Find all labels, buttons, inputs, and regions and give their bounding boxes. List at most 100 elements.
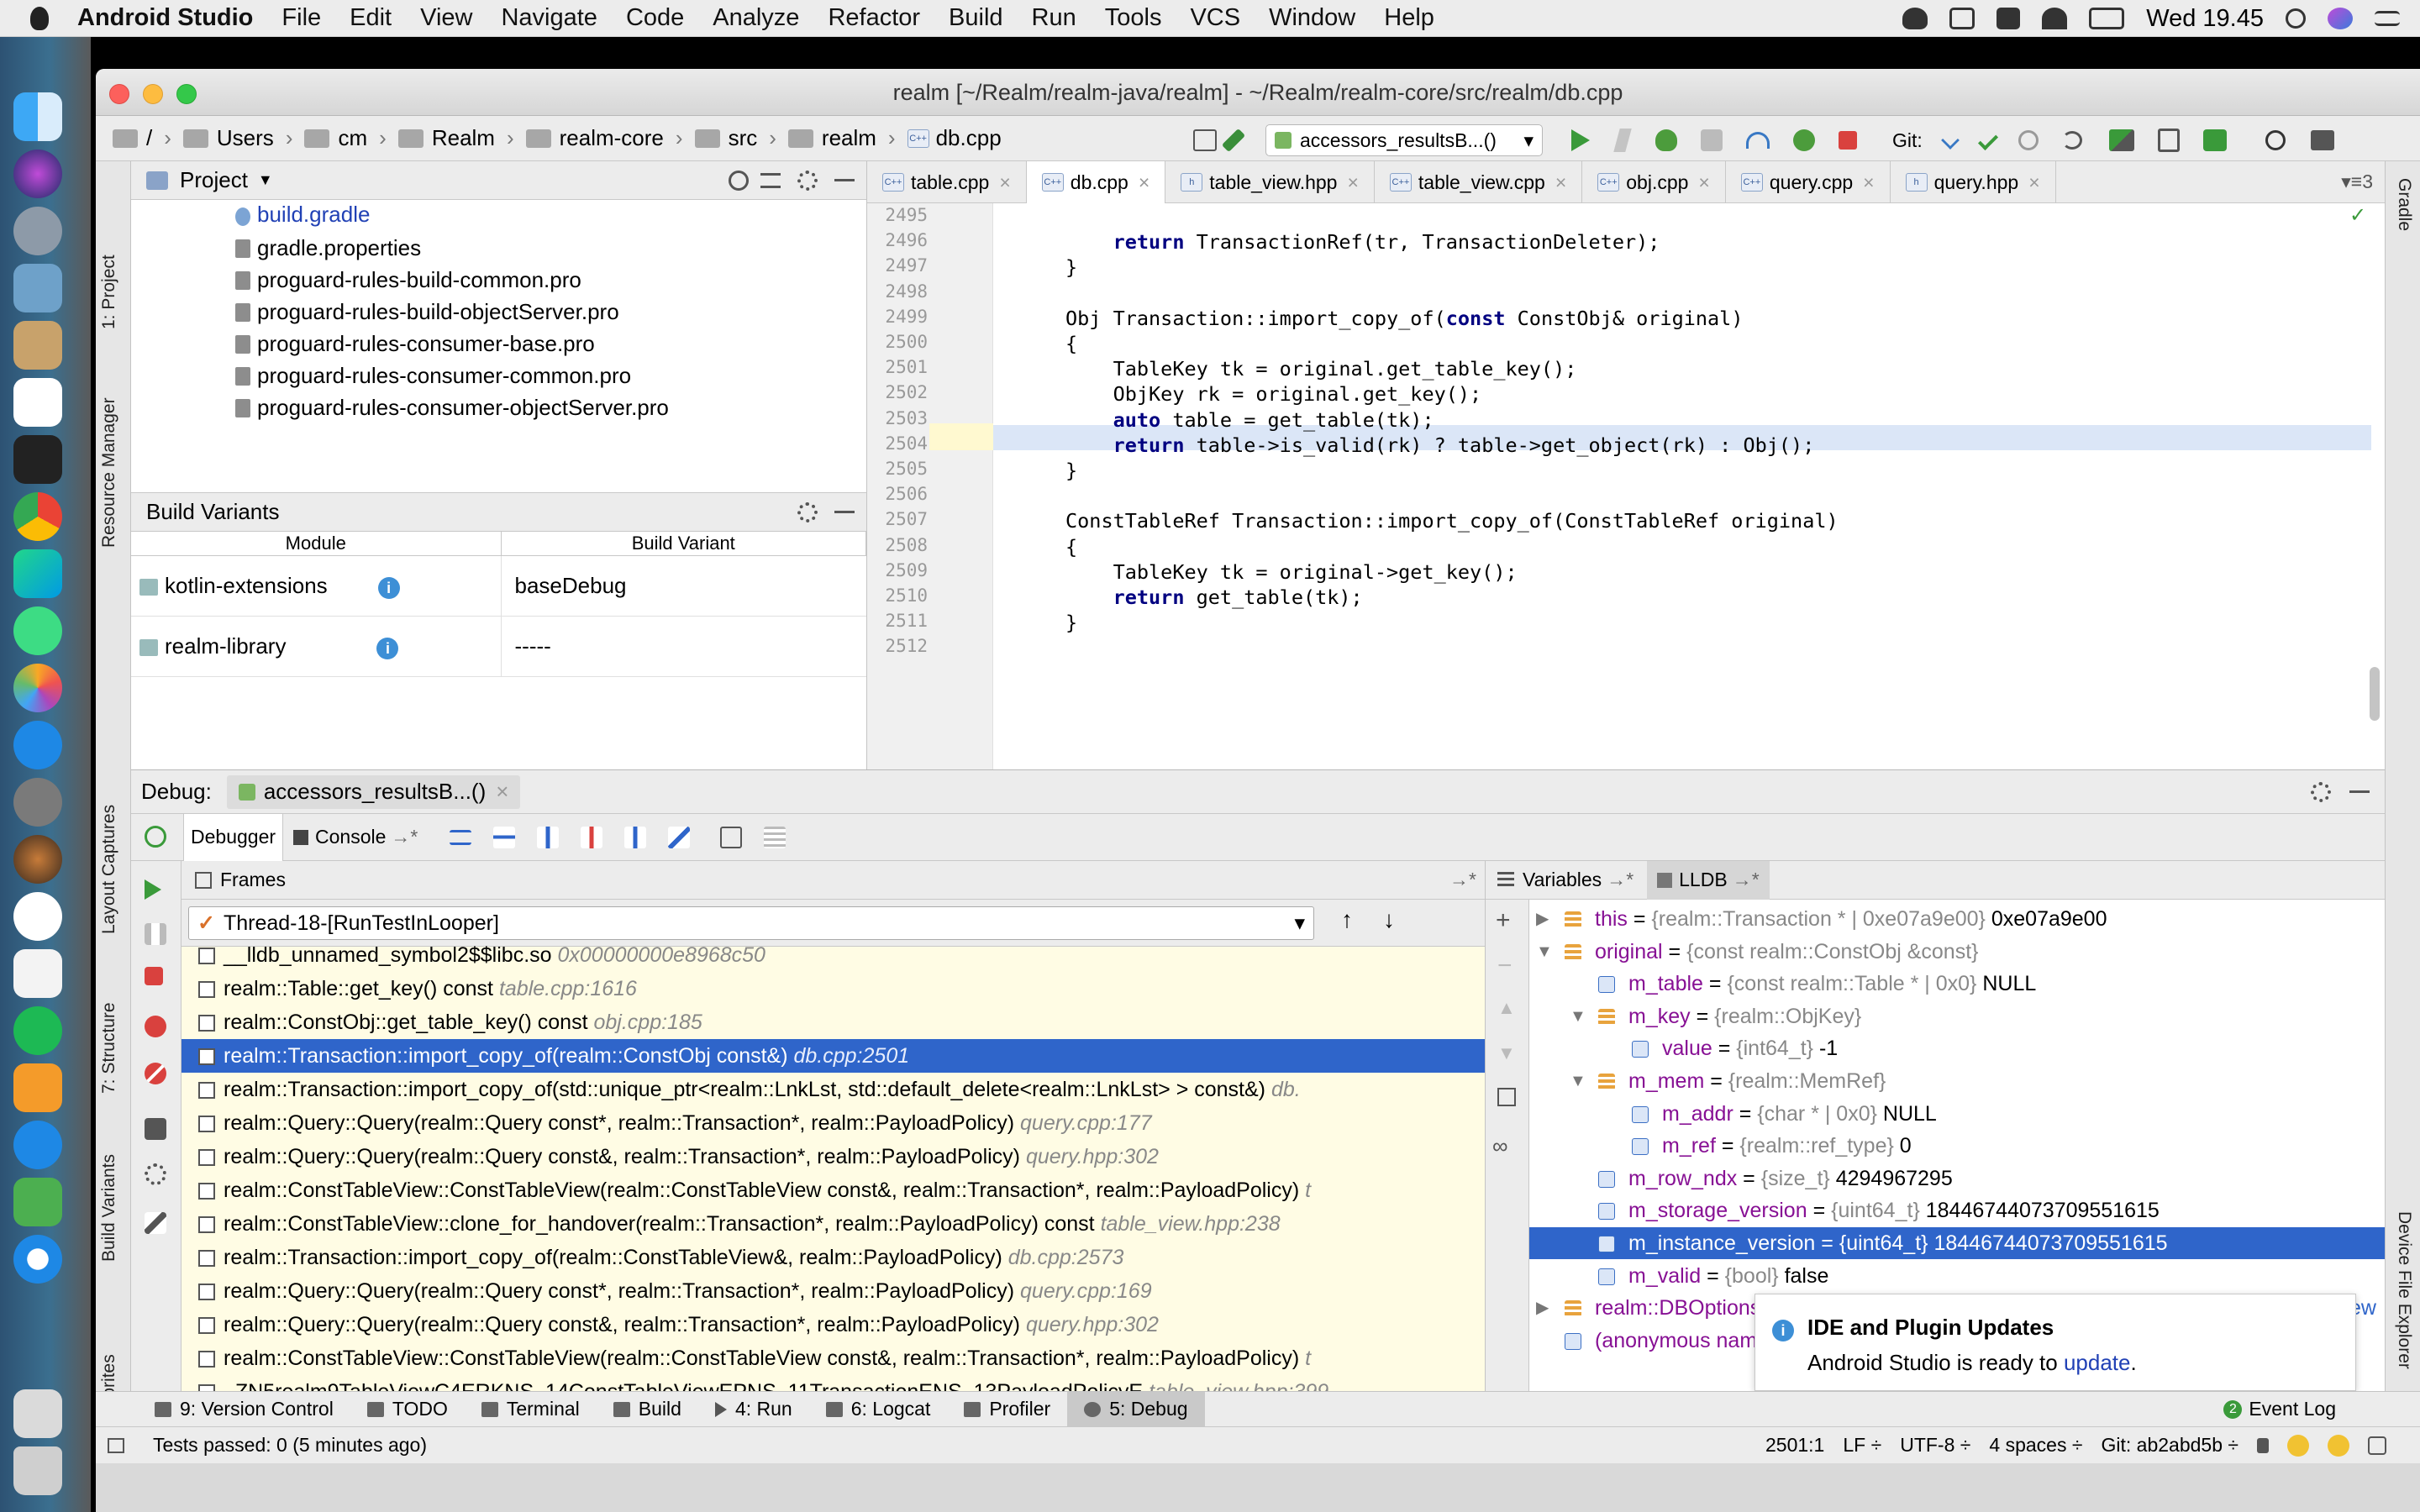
siri-dock-icon[interactable]: [13, 150, 62, 198]
breadcrumb-src[interactable]: src: [694, 125, 757, 151]
close-icon[interactable]: ×: [2028, 171, 2039, 194]
make-project-icon[interactable]: [1221, 128, 1246, 153]
line-number[interactable]: 2505: [876, 459, 928, 479]
apple-icon[interactable]: [30, 6, 49, 30]
tab-structure[interactable]: 7: Structure: [99, 1002, 119, 1094]
siri-icon[interactable]: [2328, 8, 2353, 29]
code-editor[interactable]: 2495 2496 2497 2498 2499 2500 2501 2502 2503 2504…: [867, 203, 2385, 769]
zoom-window-button[interactable]: [176, 84, 197, 104]
variable-row[interactable]: m_instance_version = {uint64_t} 18446744…: [1529, 1227, 2385, 1259]
close-icon[interactable]: ×: [1698, 171, 1709, 194]
code-line[interactable]: {: [1065, 535, 1077, 559]
tab-overflow-button[interactable]: ▾≡ 3: [2341, 161, 2385, 202]
frame-row[interactable]: realm::ConstTableView::ConstTableView(re…: [182, 1173, 1485, 1207]
variable-row[interactable]: m_addr = {char * | 0x0} NULL: [1529, 1098, 2385, 1130]
code-line[interactable]: ConstTableRef Transaction::import_copy_o…: [1065, 509, 1839, 533]
line-number[interactable]: 2502: [876, 382, 928, 402]
line-number[interactable]: 2503: [876, 408, 928, 428]
tab-version-control[interactable]: 9: Version Control: [138, 1392, 350, 1427]
launchpad-icon[interactable]: [13, 207, 62, 255]
show-watches-icon[interactable]: ∞: [1492, 1133, 1508, 1159]
column-header-build-variant[interactable]: Build Variant: [501, 532, 866, 556]
collapse-arrow-icon[interactable]: ▼: [1570, 1065, 1586, 1097]
breadcrumb-realm-dir[interactable]: realm: [787, 125, 876, 151]
menubar-clock[interactable]: Wed 19.45: [2146, 5, 2264, 33]
menu-refactor[interactable]: Refactor: [828, 4, 920, 32]
git-branch[interactable]: Git: ab2abd5b ÷: [2101, 1434, 2238, 1457]
close-icon[interactable]: ×: [1863, 171, 1874, 194]
layout-icon[interactable]: [145, 1118, 166, 1140]
step-over-icon[interactable]: [493, 826, 516, 848]
tab-query-cpp[interactable]: C++ query.cpp ×: [1726, 161, 1891, 203]
menu-edit[interactable]: Edit: [350, 4, 392, 32]
stop-icon[interactable]: [1839, 131, 1857, 150]
expand-arrow-icon[interactable]: ▶: [1536, 1292, 1549, 1324]
next-frame-icon[interactable]: ↓: [1383, 906, 1395, 933]
resume-icon[interactable]: [145, 879, 161, 900]
menu-tools[interactable]: Tools: [1105, 4, 1162, 32]
event-log-status-icon[interactable]: [2368, 1436, 2386, 1455]
remove-watch-icon[interactable]: −: [1497, 952, 1512, 980]
line-number[interactable]: 2504: [876, 433, 928, 454]
bluetooth-icon[interactable]: [13, 1121, 62, 1169]
variable-row[interactable]: m_row_ndx = {size_t} 4294967295: [1529, 1163, 2385, 1194]
menu-analyze[interactable]: Analyze: [713, 4, 799, 32]
menu-navigate[interactable]: Navigate: [501, 4, 597, 32]
notes-icon[interactable]: [13, 321, 62, 370]
frame-row[interactable]: realm::ConstTableView::clone_for_handove…: [182, 1207, 1485, 1241]
android-studio-icon[interactable]: [13, 606, 62, 655]
frame-row[interactable]: realm::Transaction::import_copy_of(realm…: [182, 1241, 1485, 1274]
status-message[interactable]: Tests passed: 0 (5 minutes ago): [153, 1434, 427, 1457]
minimize-icon[interactable]: [834, 179, 855, 181]
finder-icon[interactable]: [13, 92, 62, 141]
editor-scrollbar[interactable]: [2370, 667, 2380, 721]
tool-windows-icon[interactable]: [108, 1437, 124, 1453]
variable-row[interactable]: m_valid = {bool} false: [1529, 1260, 2385, 1292]
frame-row[interactable]: realm::Query::Query(realm::Query const&,…: [182, 1140, 1485, 1173]
evaluate-expression-icon[interactable]: [720, 826, 743, 848]
settings-icon[interactable]: [145, 1163, 166, 1185]
line-number[interactable]: 2512: [876, 636, 928, 656]
coverage-icon[interactable]: [1701, 129, 1723, 151]
tree-item[interactable]: build.gradle: [131, 200, 866, 232]
device-icon[interactable]: [13, 1178, 62, 1226]
line-number[interactable]: 2509: [876, 560, 928, 580]
tab-obj-cpp[interactable]: C++ obj.cpp ×: [1582, 161, 1726, 203]
trace-icon[interactable]: [764, 826, 786, 848]
tab-run[interactable]: 4: Run: [698, 1392, 809, 1427]
breadcrumb-users[interactable]: Users: [182, 125, 274, 151]
stop-icon[interactable]: [145, 967, 163, 985]
minimize-icon[interactable]: [834, 511, 855, 513]
tree-item[interactable]: gradle.properties: [131, 232, 866, 264]
tab-gradle[interactable]: Gradle: [2394, 178, 2414, 231]
pin-arrow-icon[interactable]: →*: [1607, 869, 1634, 891]
sync-gradle-icon[interactable]: [2108, 129, 2134, 151]
tree-item[interactable]: proguard-rules-build-common.pro: [131, 264, 866, 296]
textedit-icon[interactable]: [13, 949, 62, 998]
step-into-icon[interactable]: [537, 826, 560, 848]
add-watch-icon[interactable]: +: [1496, 906, 1511, 935]
minimize-window-button[interactable]: [143, 84, 163, 104]
expand-arrow-icon[interactable]: ▶: [1536, 903, 1549, 935]
lock-icon[interactable]: [2257, 1437, 2269, 1453]
show-execution-point-icon[interactable]: [450, 829, 472, 845]
view-breakpoints-icon[interactable]: [145, 1016, 166, 1037]
calendar-icon[interactable]: [13, 378, 62, 427]
previous-frame-icon[interactable]: ↑: [1341, 906, 1353, 933]
variant-cell[interactable]: baseDebug: [501, 555, 866, 617]
line-number[interactable]: 2501: [876, 357, 928, 377]
tree-item[interactable]: proguard-rules-consumer-objectServer.pro: [131, 391, 866, 423]
breadcrumb-realm[interactable]: Realm: [397, 125, 495, 151]
code-line[interactable]: TableKey tk = original.get_table_key();: [1065, 357, 1577, 381]
project-panel-title[interactable]: Project: [180, 167, 248, 193]
run-icon[interactable]: [1571, 129, 1590, 151]
info-icon[interactable]: i: [376, 637, 399, 659]
attach-debugger-icon[interactable]: [1793, 129, 1815, 151]
device-manager-icon[interactable]: [2157, 129, 2180, 152]
table-row[interactable]: kotlin-extensions i baseDebug: [131, 555, 866, 617]
collapse-arrow-icon[interactable]: ▼: [1570, 1000, 1586, 1032]
code-line[interactable]: return TransactionRef(tr, TransactionDel…: [1065, 230, 1660, 254]
pause-icon[interactable]: [145, 923, 166, 945]
close-icon[interactable]: ×: [1139, 171, 1150, 194]
variable-row[interactable]: value = {int64_t} -1: [1529, 1032, 2385, 1064]
